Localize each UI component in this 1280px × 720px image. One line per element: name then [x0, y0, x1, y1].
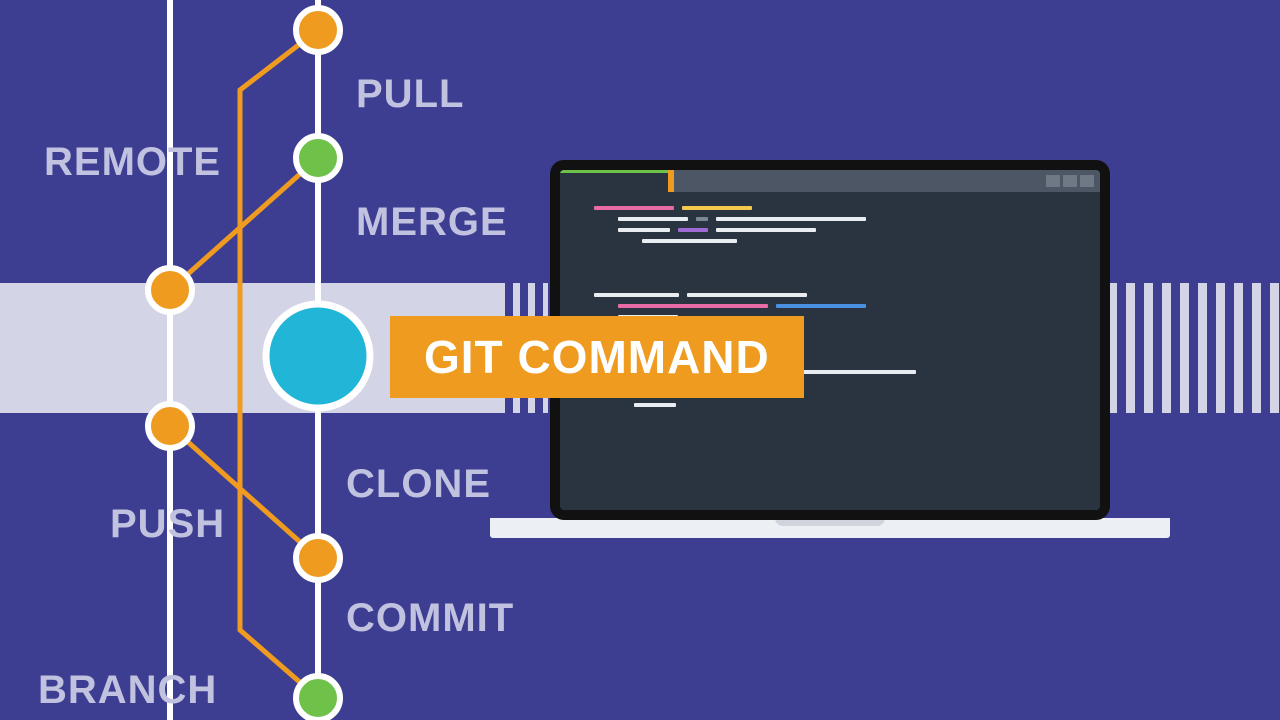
label-branch: BRANCH [38, 668, 217, 713]
commit-node-icon [296, 676, 340, 720]
maximize-icon [1063, 175, 1077, 187]
commit-node-icon [296, 536, 340, 580]
commit-node-icon [148, 268, 192, 312]
minimize-icon [1046, 175, 1060, 187]
commit-node-icon [148, 404, 192, 448]
editor-tab-accent-icon [668, 170, 674, 192]
commit-node-icon [296, 136, 340, 180]
label-pull: PULL [356, 72, 464, 117]
editor-tab [560, 170, 668, 192]
title-text: GIT COMMAND [424, 331, 770, 383]
laptop-base [490, 518, 1170, 538]
label-merge: MERGE [356, 200, 508, 245]
commit-node-center-icon [266, 304, 370, 408]
title-banner: GIT COMMAND [390, 316, 804, 398]
label-push: PUSH [110, 502, 225, 547]
window-controls [1046, 175, 1100, 187]
editor-titlebar [560, 170, 1100, 192]
close-icon [1080, 175, 1094, 187]
commit-node-icon [296, 8, 340, 52]
label-commit: COMMIT [346, 596, 514, 641]
label-clone: CLONE [346, 462, 491, 507]
label-remote: REMOTE [44, 140, 221, 185]
